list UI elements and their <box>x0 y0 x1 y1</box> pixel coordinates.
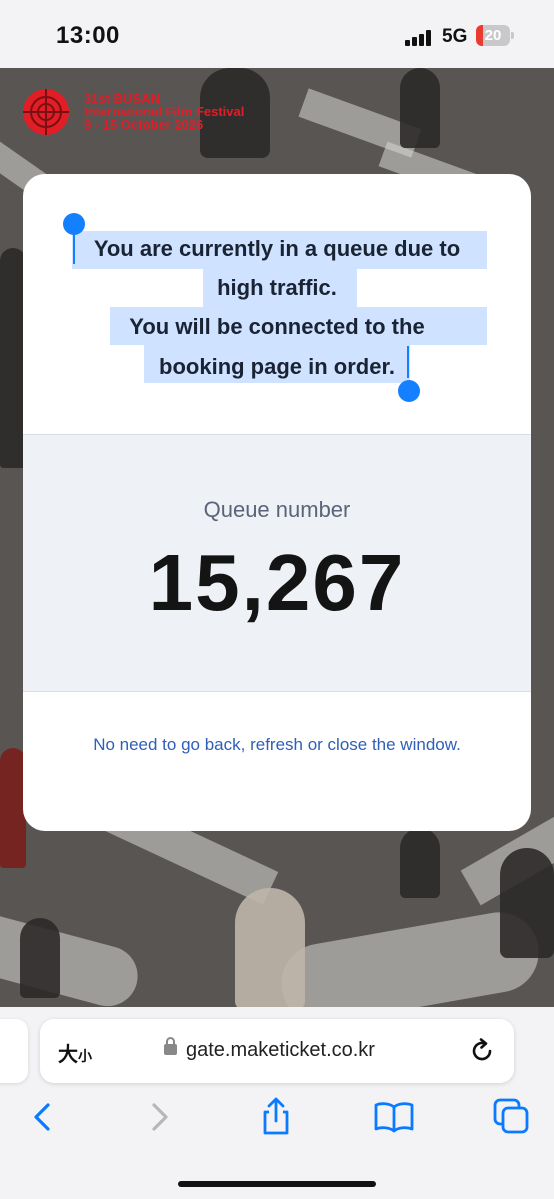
festival-title: 31st BUSAN International Film Festival 9… <box>84 92 244 131</box>
festival-dates: 9 - 15 October 2026 <box>84 117 204 132</box>
battery-level: 20 <box>484 27 502 44</box>
status-time: 13:00 <box>56 22 120 49</box>
festival-logo-icon <box>23 89 69 135</box>
text-size-button[interactable]: 大小 <box>58 1038 92 1067</box>
queue-message-line: high traffic. <box>217 275 337 300</box>
network-type: 5G <box>442 26 468 47</box>
queue-number-panel: Queue number 15,267 <box>23 434 531 692</box>
queue-modal: You are currently in a queue due to high… <box>23 174 531 831</box>
queue-label: Queue number <box>203 497 351 522</box>
share-icon[interactable] <box>254 1095 298 1139</box>
home-indicator[interactable] <box>178 1181 376 1187</box>
text-size-small: 小 <box>78 1048 92 1064</box>
queue-message-line: booking page in order. <box>159 354 395 379</box>
no-refresh-notice: No need to go back, refresh or close the… <box>93 735 461 754</box>
status-bar: 13:00 5G 20 <box>0 0 554 68</box>
chevron-left-icon[interactable] <box>20 1095 64 1139</box>
text-size-big: 大 <box>58 1044 78 1066</box>
cellular-signal-icon <box>405 30 435 46</box>
chevron-right-icon[interactable] <box>138 1095 182 1139</box>
queue-number: 15,267 <box>148 538 406 627</box>
queue-message-line: You will be connected to the <box>129 314 425 339</box>
reload-icon[interactable] <box>468 1037 496 1065</box>
safari-toolbar: 大小 gate.maketicket.co.kr <box>0 1007 554 1199</box>
previous-tab-preview[interactable] <box>0 1019 28 1083</box>
queue-message-line: You are currently in a queue due to <box>93 236 461 261</box>
selection-start-caret <box>73 232 75 264</box>
book-icon[interactable] <box>372 1095 416 1139</box>
battery-icon: 20 <box>476 25 514 46</box>
address-bar[interactable]: 大小 gate.maketicket.co.kr <box>40 1019 514 1083</box>
queue-message: You are currently in a queue due to high… <box>23 174 531 434</box>
url-text[interactable]: gate.maketicket.co.kr <box>186 1039 375 1062</box>
lock-icon <box>164 1037 177 1055</box>
selection-end-caret <box>407 346 409 378</box>
tabs-icon[interactable] <box>490 1095 534 1139</box>
selection-end-handle[interactable] <box>398 380 420 402</box>
